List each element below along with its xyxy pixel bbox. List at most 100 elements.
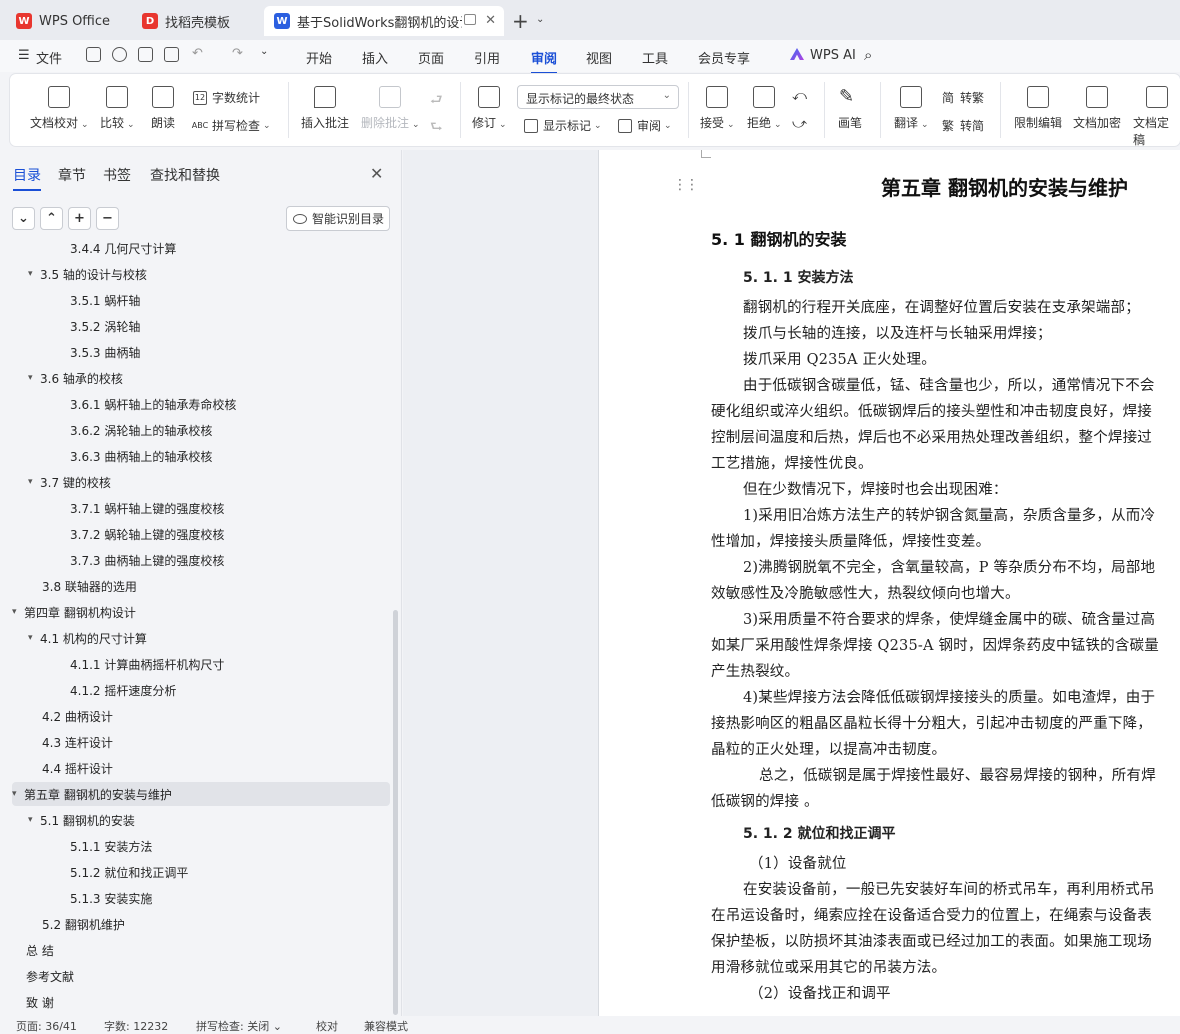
markup-state-select[interactable]: 显示标记的最终状态 ⌄ [517, 85, 679, 109]
toc-item[interactable]: 5.2 翻钢机维护 [12, 912, 390, 936]
toc-item[interactable]: 3.7.1 蜗杆轴上键的强度校核 [12, 496, 390, 520]
delete-comment-button[interactable]: 删除批注 ⌄ [361, 86, 420, 131]
toc-item[interactable]: 4.1.2 摇杆速度分析 [12, 678, 390, 702]
drag-handle-icon[interactable]: ⋮⋮ [673, 177, 699, 193]
close-tab-icon[interactable]: ✕ [485, 13, 496, 28]
doc-final-button[interactable]: 文档定稿 [1133, 86, 1180, 148]
toc-item[interactable]: 3.6.2 涡轮轴上的轴承校核 [12, 418, 390, 442]
toc-item[interactable]: ▾ 3.6 轴承的校核 [12, 366, 390, 390]
remove-heading-icon[interactable]: − [96, 207, 119, 230]
print-icon[interactable] [138, 47, 153, 62]
chevron-down-icon[interactable]: ⌄ [536, 14, 544, 25]
menu-start[interactable]: 开始 [306, 48, 332, 67]
toc-item[interactable]: 5.1.2 就位和找正调平 [12, 860, 390, 884]
menu-reference[interactable]: 引用 [474, 48, 500, 67]
spell-check-button[interactable]: ABC 拼写检查 ⌄ [192, 117, 271, 134]
export-pdf-icon[interactable] [112, 47, 127, 62]
new-tab-icon[interactable]: + [512, 9, 529, 33]
menu-view[interactable]: 视图 [586, 48, 612, 67]
menu-insert[interactable]: 插入 [362, 48, 388, 67]
toc-item[interactable]: 3.4.4 几何尺寸计算 [12, 238, 390, 260]
search-icon[interactable]: ⌕ [864, 46, 872, 64]
toc-scrollbar[interactable] [393, 610, 398, 1015]
toc-item[interactable]: 5.1.3 安装实施 [12, 886, 390, 910]
add-heading-icon[interactable]: + [68, 207, 91, 230]
window-icon[interactable] [464, 14, 476, 25]
word-count-button[interactable]: 12 字数统计 [193, 89, 260, 106]
expand-caret-icon[interactable]: ▾ [28, 815, 40, 825]
toc-item[interactable]: 5.1.1 安装方法 [12, 834, 390, 858]
previous-comment-icon[interactable]: ⮐ [430, 89, 443, 113]
wps-ai-button[interactable]: WPS AI [810, 48, 856, 63]
insert-comment-button[interactable]: 插入批注 [301, 86, 349, 131]
menu-file[interactable]: 文件 [36, 48, 62, 67]
toc-item[interactable]: ▾ 5.1 翻钢机的安装 [12, 808, 390, 832]
toc-item[interactable]: 总 结 [12, 938, 390, 962]
toc-item[interactable]: 参考文献 [12, 964, 390, 988]
toc-item[interactable]: 致 谢 [12, 990, 390, 1014]
expand-caret-icon[interactable]: ▾ [28, 373, 40, 383]
undo-icon[interactable]: ↶ [192, 46, 203, 61]
toc-item[interactable]: ▾ 第五章 翻钢机的安装与维护 [12, 782, 390, 806]
toc-item[interactable]: ▾ 3.7 键的校核 [12, 470, 390, 494]
toc-item[interactable]: 3.5.2 涡轮轴 [12, 314, 390, 338]
show-markup-button[interactable]: 显示标记 ⌄ [524, 117, 602, 134]
read-aloud-button[interactable]: 朗读 [151, 86, 175, 131]
toc-item[interactable]: 3.7.3 曲柄轴上键的强度校核 [12, 548, 390, 572]
menu-page[interactable]: 页面 [418, 48, 444, 67]
close-panel-icon[interactable]: ✕ [370, 164, 383, 183]
tab-wps-office[interactable]: W WPS Office [6, 6, 124, 36]
tab-document[interactable]: W 基于SolidWorks翻钢机的设计 ✕ [264, 6, 504, 36]
expand-caret-icon[interactable]: ▾ [28, 633, 40, 643]
translate-button[interactable]: 翻译 ⌄ [894, 86, 929, 131]
toc-item[interactable]: ▾ 3.5 轴的设计与校核 [12, 262, 390, 286]
ink-button[interactable]: ✎ 画笔 [838, 86, 862, 131]
reject-button[interactable]: 拒绝 ⌄ [747, 86, 782, 131]
expand-caret-icon[interactable]: ▾ [28, 269, 40, 279]
restrict-edit-button[interactable]: 限制编辑 [1014, 86, 1062, 131]
toc-item[interactable]: 4.1.1 计算曲柄摇杆机构尺寸 [12, 652, 390, 676]
next-comment-icon[interactable]: ⮑ [430, 116, 443, 140]
toc-item[interactable]: 3.7.2 蜗轮轴上键的强度校核 [12, 522, 390, 546]
toc-item[interactable]: 3.6.3 曲柄轴上的轴承校核 [12, 444, 390, 468]
toc-item[interactable]: 3.5.1 蜗杆轴 [12, 288, 390, 312]
toc-item[interactable]: ▾ 第四章 翻钢机构设计 [12, 600, 390, 624]
tab-toc[interactable]: 目录 [13, 165, 41, 191]
doc-encrypt-button[interactable]: 文档加密 [1073, 86, 1121, 131]
expand-caret-icon[interactable]: ▾ [28, 477, 40, 487]
compare-button[interactable]: 比较 ⌄ [100, 86, 135, 131]
smart-toc-button[interactable]: 智能识别目录 [286, 206, 390, 231]
save-icon[interactable] [86, 47, 101, 62]
collapse-down-icon[interactable]: ⌄ [12, 207, 35, 230]
tab-bookmarks[interactable]: 书签 [103, 165, 131, 185]
review-pane-button[interactable]: 审阅 ⌄ [618, 117, 672, 134]
track-changes-button[interactable]: 修订 ⌄ [472, 86, 507, 131]
menu-tools[interactable]: 工具 [642, 48, 668, 67]
quick-access-dropdown-icon[interactable]: ⌄ [260, 46, 268, 57]
toc-item[interactable]: ▾ 4.1 机构的尺寸计算 [12, 626, 390, 650]
tab-docer[interactable]: D 找稻壳模板 [132, 6, 258, 36]
accept-button[interactable]: 接受 ⌄ [700, 86, 735, 131]
expand-caret-icon[interactable]: ▾ [12, 789, 24, 799]
tab-find-replace[interactable]: 查找和替换 [150, 165, 220, 185]
toc-item[interactable]: 3.6.1 蜗杆轴上的轴承寿命校核 [12, 392, 390, 416]
toc-item[interactable]: 4.4 摇杆设计 [12, 756, 390, 780]
redo-icon[interactable]: ↷ [232, 46, 243, 61]
doc-check-button[interactable]: 文档校对 ⌄ [30, 86, 89, 131]
next-change-icon[interactable]: ⤻ [792, 116, 807, 132]
menu-review[interactable]: 审阅 [531, 48, 558, 74]
hamburger-icon[interactable]: ☰ [18, 48, 30, 63]
collapse-up-icon[interactable]: ⌃ [40, 207, 63, 230]
to-traditional-button[interactable]: 简 转繁 [941, 89, 984, 106]
toc-item[interactable]: 3.5.3 曲柄轴 [12, 340, 390, 364]
tab-chapters[interactable]: 章节 [58, 165, 86, 185]
menu-member[interactable]: 会员专享 [698, 48, 750, 67]
toc-item[interactable]: 3.8 联轴器的选用 [12, 574, 390, 598]
to-simplified-button[interactable]: 繁 转简 [941, 117, 984, 134]
document-page[interactable]: ⋮⋮ 第五章 翻钢机的安装与维护 5. 1 翻钢机的安装 5. 1. 1 安装方… [599, 150, 1180, 1016]
print-preview-icon[interactable] [164, 47, 179, 62]
toc-item[interactable]: 4.2 曲柄设计 [12, 704, 390, 728]
previous-change-icon[interactable]: ⤺ [792, 88, 807, 104]
expand-caret-icon[interactable]: ▾ [12, 607, 24, 617]
toc-item[interactable]: 4.3 连杆设计 [12, 730, 390, 754]
